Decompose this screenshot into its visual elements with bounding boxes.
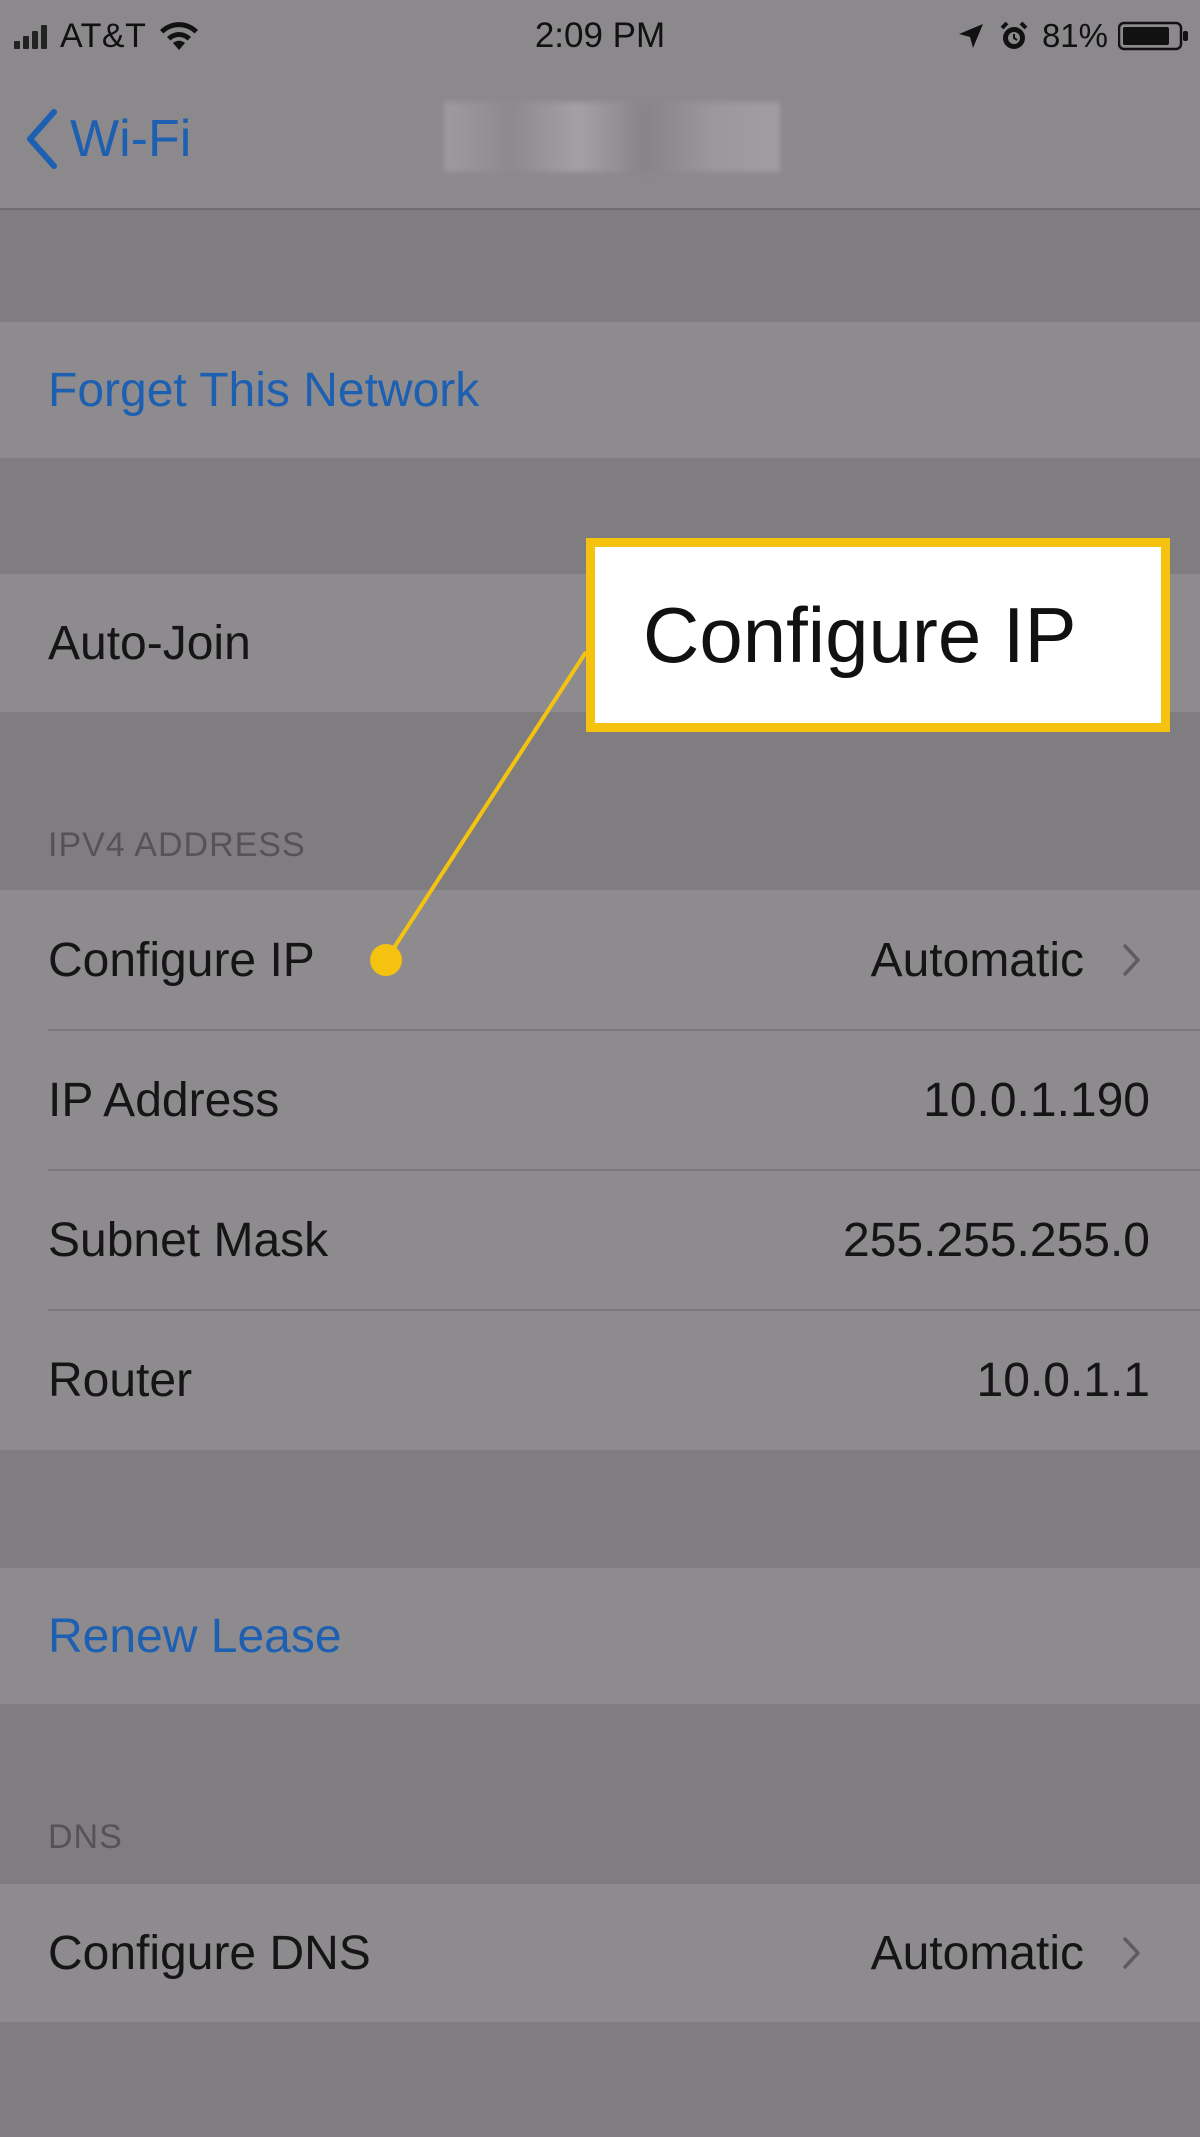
configure-ip-value: Automatic <box>870 933 1084 987</box>
forget-network-group: Forget This Network <box>0 322 1200 458</box>
chevron-left-icon <box>27 109 57 169</box>
configure-dns-value: Automatic <box>870 1926 1084 1980</box>
battery-percentage: 81% <box>1041 17 1108 54</box>
network-name-redacted <box>444 102 780 172</box>
configure-dns-row[interactable]: Configure DNS Automatic <box>0 1884 1200 2022</box>
forget-network-label: Forget This Network <box>48 363 480 417</box>
ip-address-row: IP Address 10.0.1.190 <box>0 1030 1200 1170</box>
router-label: Router <box>48 1353 193 1407</box>
forget-network-button[interactable]: Forget This Network <box>0 322 1200 458</box>
alarm-clock-icon <box>1000 21 1028 49</box>
callout-text: Configure IP <box>643 590 1077 679</box>
router-value: 10.0.1.1 <box>976 1353 1150 1407</box>
configure-ip-row[interactable]: Configure IP Automatic <box>0 890 1200 1030</box>
renew-lease-group: Renew Lease <box>0 1568 1200 1704</box>
ipv4-address-group: Configure IP Automatic IP Address 10.0.1… <box>0 890 1200 1450</box>
router-row: Router 10.0.1.1 <box>0 1310 1200 1450</box>
chevron-right-icon <box>1123 1937 1140 1969</box>
back-button-label: Wi-Fi <box>70 110 192 168</box>
dns-section-header: DNS <box>48 1818 123 1856</box>
location-arrow-icon <box>958 24 983 48</box>
auto-join-label: Auto-Join <box>48 616 251 670</box>
renew-lease-label: Renew Lease <box>48 1609 342 1663</box>
renew-lease-button[interactable]: Renew Lease <box>0 1568 1200 1704</box>
wifi-network-details-screen: AT&T 2:09 PM 81% Wi-Fi Forget This Netwo… <box>0 0 1200 2137</box>
ipv4-section-header: IPV4 ADDRESS <box>48 826 306 864</box>
navigation-bar: Wi-Fi <box>0 72 1200 210</box>
configure-dns-label: Configure DNS <box>48 1926 371 1980</box>
back-to-wifi-button[interactable]: Wi-Fi <box>24 104 191 174</box>
ip-address-value: 10.0.1.190 <box>923 1073 1150 1127</box>
chevron-right-icon <box>1123 944 1140 976</box>
dns-group: Configure DNS Automatic <box>0 1884 1200 2022</box>
battery-icon <box>1118 21 1188 51</box>
configure-ip-callout: Configure IP <box>586 538 1170 732</box>
subnet-mask-row: Subnet Mask 255.255.255.0 <box>0 1170 1200 1310</box>
status-right: 81% <box>956 14 1190 58</box>
subnet-mask-value: 255.255.255.0 <box>843 1213 1150 1267</box>
ip-address-label: IP Address <box>48 1073 280 1127</box>
subnet-mask-label: Subnet Mask <box>48 1213 329 1267</box>
configure-ip-label: Configure IP <box>48 933 315 987</box>
status-bar: AT&T 2:09 PM 81% <box>0 0 1200 72</box>
